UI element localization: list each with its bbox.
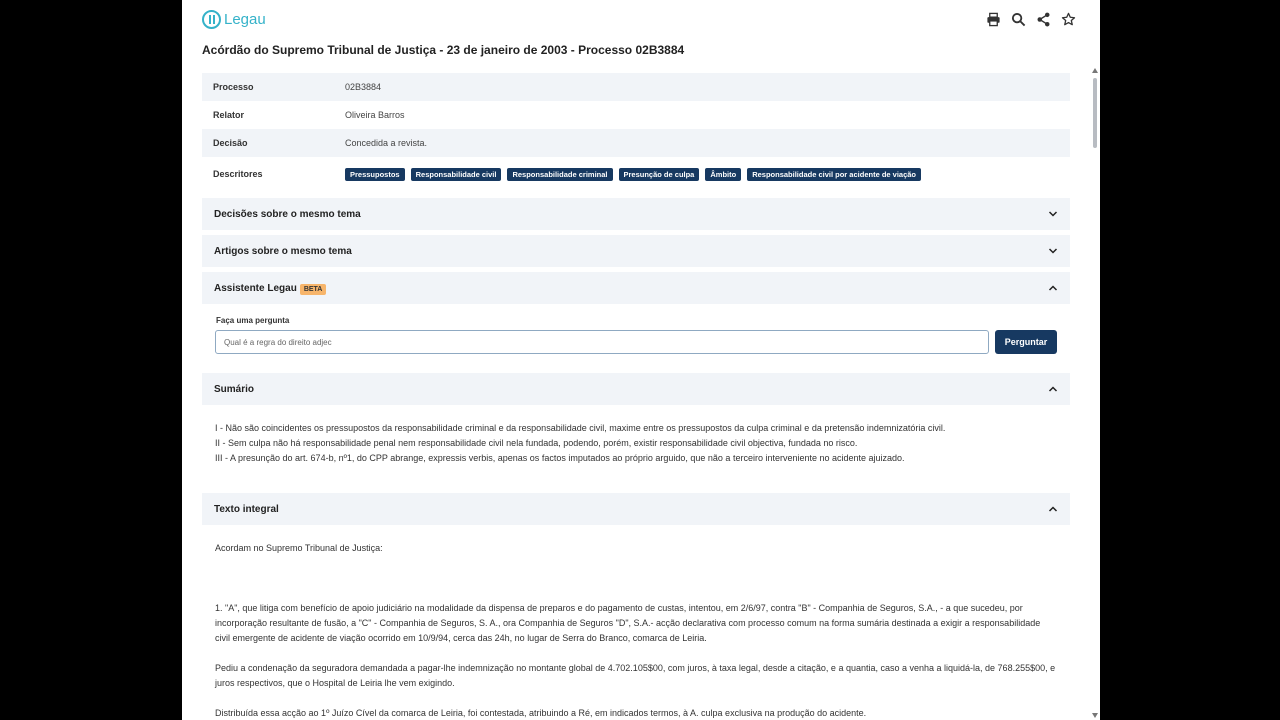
document-page: Legau Acórdão do Supremo Tribunal de Jus…	[182, 0, 1100, 720]
chevron-up-icon	[1048, 386, 1058, 392]
page-title: Acórdão do Supremo Tribunal de Justiça -…	[202, 43, 685, 57]
chevron-down-icon	[1048, 248, 1058, 254]
scroll-down-icon[interactable]	[1092, 713, 1098, 718]
top-bar: Legau	[182, 0, 1100, 40]
section-artigos[interactable]: Artigos sobre o mesmo tema	[202, 235, 1070, 267]
meta-row-processo: Processo 02B3884	[202, 73, 1070, 101]
summary-line: II - Sem culpa não há responsabilidade p…	[215, 438, 858, 448]
summary-line: III - A presunção do art. 674-b, nº1, do…	[215, 453, 905, 463]
print-icon[interactable]	[986, 12, 1001, 27]
question-label: Faça uma pergunta	[216, 316, 290, 325]
star-icon[interactable]	[1061, 12, 1076, 27]
share-icon[interactable]	[1036, 12, 1051, 27]
scrollbar[interactable]	[1090, 66, 1100, 720]
meta-value: Concedida a revista.	[345, 138, 428, 148]
legau-logo-icon	[202, 10, 221, 29]
meta-label: Relator	[213, 110, 245, 120]
descriptor-tag[interactable]: Presunção de culpa	[618, 167, 700, 181]
meta-label: Decisão	[213, 138, 248, 148]
section-title: Sumário	[214, 383, 255, 395]
ask-button[interactable]: Perguntar	[995, 330, 1057, 354]
summary-text: I - Não são coincidentes os pressupostos…	[202, 405, 1070, 488]
descriptor-tag[interactable]: Âmbito	[705, 167, 742, 181]
chevron-up-icon	[1048, 285, 1058, 291]
section-title-wrap: Assistente Legau BETA	[214, 282, 327, 295]
summary-line: I - Não são coincidentes os pressupostos…	[215, 423, 946, 433]
meta-value: 02B3884	[345, 82, 382, 92]
logo-text: Legau	[224, 11, 266, 28]
question-input[interactable]	[215, 330, 989, 354]
descriptor-tag[interactable]: Responsabilidade civil por acidente de v…	[747, 167, 922, 181]
toolbar-icons	[986, 12, 1076, 27]
descriptor-tag[interactable]: Responsabilidade criminal	[507, 167, 613, 181]
descriptor-tag[interactable]: Responsabilidade civil	[410, 167, 502, 181]
full-text: Acordam no Supremo Tribunal de Justiça: …	[202, 525, 1070, 720]
assistant-panel: Faça uma pergunta Perguntar	[202, 304, 1070, 368]
beta-badge: BETA	[299, 283, 327, 295]
scroll-thumb[interactable]	[1093, 78, 1097, 148]
descriptor-tags: Pressupostos Responsabilidade civil Resp…	[345, 167, 922, 181]
meta-value: Oliveira Barros	[345, 110, 405, 120]
meta-row-decisao: Decisão Concedida a revista.	[202, 129, 1070, 157]
section-assistente[interactable]: Assistente Legau BETA	[202, 272, 1070, 304]
legau-logo[interactable]: Legau	[202, 10, 266, 29]
main-content: Processo 02B3884 Relator Oliveira Barros…	[202, 73, 1070, 720]
text-paragraph: Acordam no Supremo Tribunal de Justiça:	[215, 543, 383, 553]
search-icon[interactable]	[1011, 12, 1026, 27]
chevron-up-icon	[1048, 506, 1058, 512]
descriptor-tag[interactable]: Pressupostos	[345, 167, 405, 181]
section-sumario[interactable]: Sumário	[202, 373, 1070, 405]
text-paragraph: Distribuída essa acção ao 1º Juízo Cível…	[215, 708, 867, 718]
meta-row-descritores: Descritores Pressupostos Responsabilidad…	[202, 157, 1070, 191]
meta-label: Descritores	[213, 169, 263, 179]
section-title: Texto integral	[214, 503, 279, 515]
section-decisoes[interactable]: Decisões sobre o mesmo tema	[202, 198, 1070, 230]
section-title: Assistente Legau	[214, 282, 297, 294]
section-title: Decisões sobre o mesmo tema	[214, 208, 361, 220]
text-paragraph: 1. "A", que litiga com benefício de apoi…	[215, 603, 1041, 643]
section-texto-integral[interactable]: Texto integral	[202, 493, 1070, 525]
text-paragraph: Pediu a condenação da seguradora demanda…	[215, 663, 1056, 688]
chevron-down-icon	[1048, 211, 1058, 217]
meta-label: Processo	[213, 82, 254, 92]
meta-row-relator: Relator Oliveira Barros	[202, 101, 1070, 129]
section-title: Artigos sobre o mesmo tema	[214, 245, 352, 257]
scroll-up-icon[interactable]	[1092, 68, 1098, 73]
